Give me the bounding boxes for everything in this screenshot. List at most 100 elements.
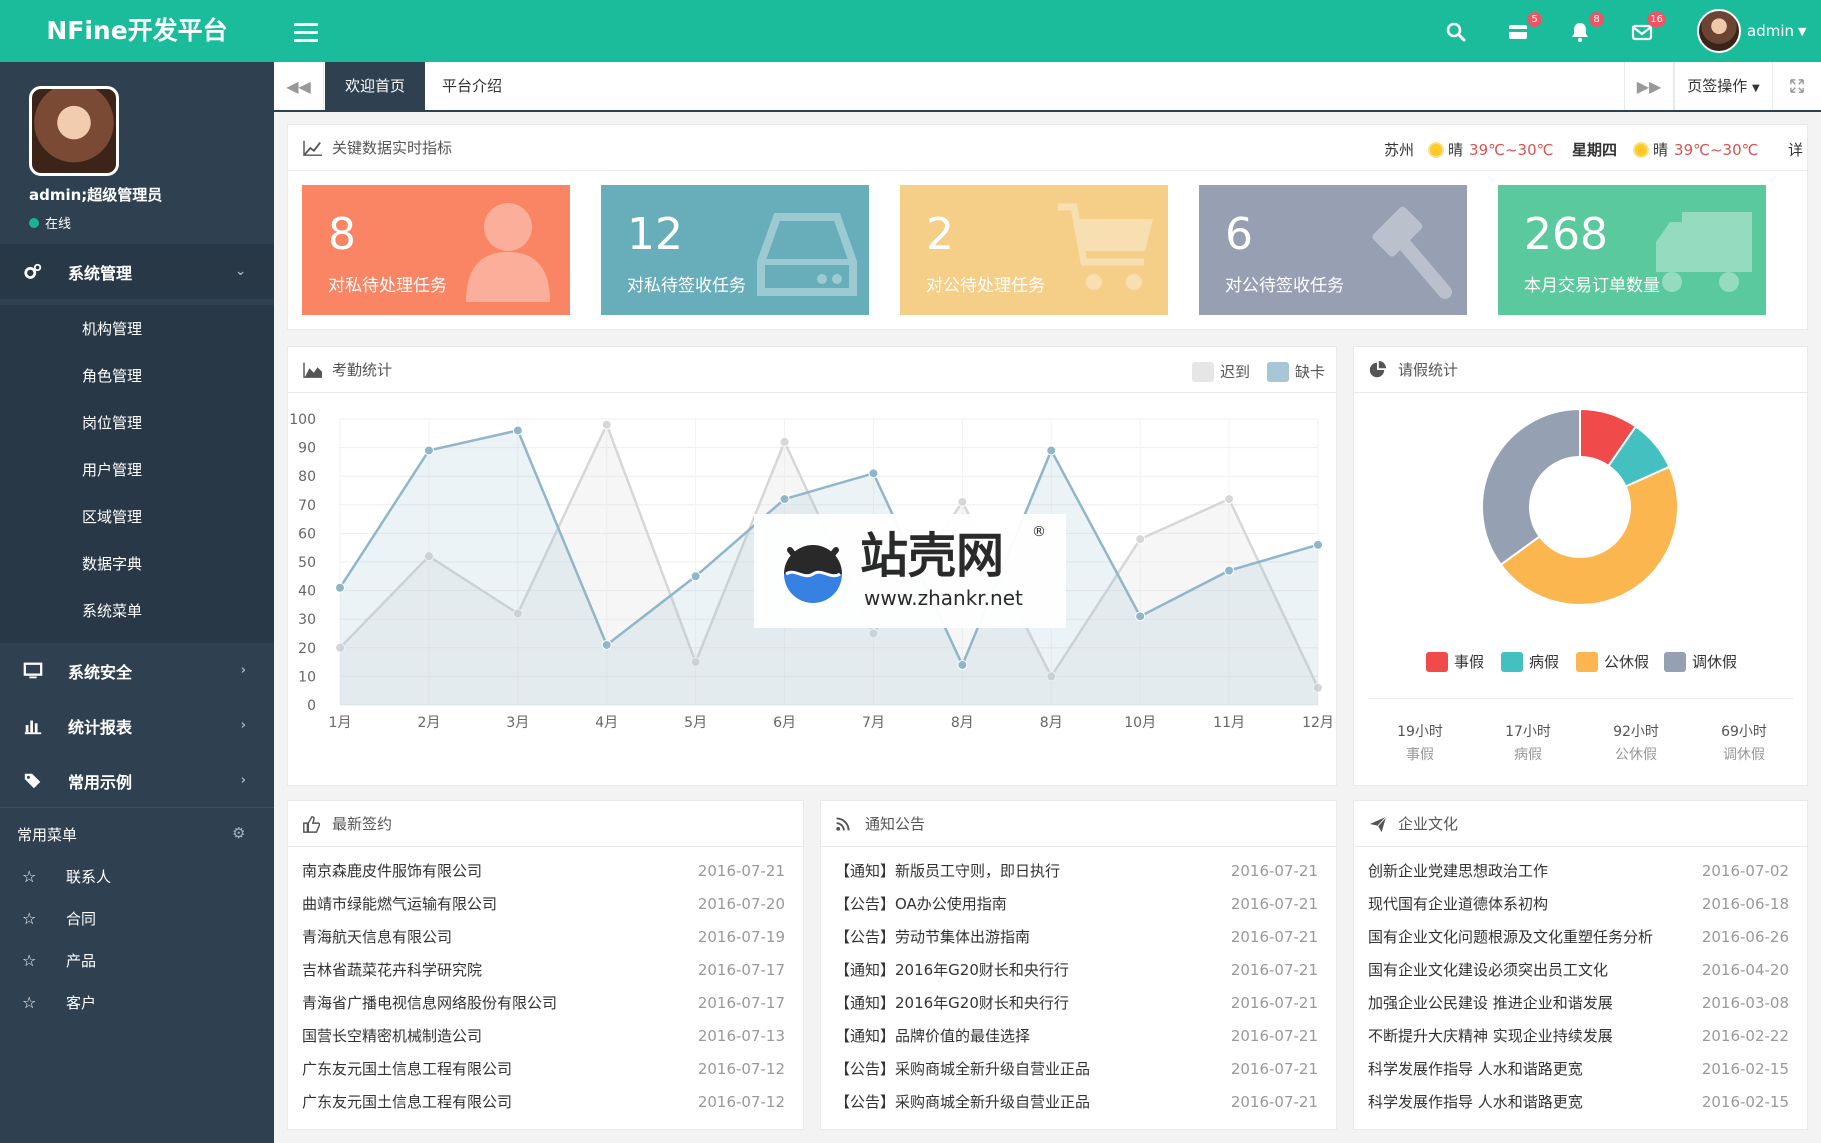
sidebar-item-org[interactable]: 机构管理 (82, 318, 142, 339)
tab-welcome[interactable]: 欢迎首页 (325, 62, 426, 110)
y-tick-label: 60 (298, 526, 316, 542)
sidebar-item-role[interactable]: 角色管理 (82, 365, 142, 386)
list-item-date: 2016-07-21 (1230, 993, 1318, 1012)
hdd-icon (757, 213, 857, 296)
list-item[interactable]: 现代国有企业道德体系初构 2016-06-18 (1368, 887, 1789, 920)
quick-item-contracts[interactable]: ☆ 合同 (22, 908, 96, 929)
sidebar-group-examples[interactable]: 常用示例 › (0, 753, 274, 808)
list-item[interactable]: 青海省广播电视信息网络股份有限公司 2016-07-17 (302, 986, 785, 1019)
kpi-panel: 关键数据实时指标 苏州 晴 39℃~30℃ 星期四 晴 39℃~30℃ 详 8 … (287, 124, 1808, 330)
list-item[interactable]: 【公告】OA办公使用指南 2016-07-21 (835, 887, 1318, 920)
data-point (779, 494, 790, 505)
gear-icon[interactable]: ⚙ (232, 824, 248, 842)
search-icon[interactable] (1444, 16, 1474, 46)
kpi-card-public-sign[interactable]: 6 对公待签收任务 (1199, 185, 1467, 315)
app-logo[interactable]: NFine开发平台 (0, 0, 274, 62)
profile-name[interactable]: admin;超级管理员 (29, 184, 162, 205)
list-item-date: 2016-07-21 (1230, 927, 1318, 946)
data-point (1313, 539, 1323, 550)
legend-item[interactable]: 公休假 (1576, 651, 1649, 672)
quick-item-products[interactable]: ☆ 产品 (22, 950, 96, 971)
tab-scroll-right-icon[interactable]: ▶▶ (1624, 62, 1674, 110)
menu-toggle-icon[interactable] (294, 18, 318, 44)
kpi-value: 12 (627, 209, 683, 260)
list-item-title: 青海航天信息有限公司 (302, 928, 453, 946)
list-item[interactable]: 【通知】品牌价值的最佳选择 2016-07-21 (835, 1019, 1318, 1052)
list-item[interactable]: 广东友元国土信息工程有限公司 2016-07-12 (302, 1052, 785, 1085)
gavel-icon (1372, 206, 1452, 299)
list-item[interactable]: 【通知】新版员工守则，即日执行 2016-07-21 (835, 854, 1318, 887)
list-item[interactable]: 国有企业文化建设必须突出员工文化 2016-04-20 (1368, 953, 1789, 986)
weather-details-link[interactable]: 详 (1788, 139, 1803, 160)
tab-operations-dropdown[interactable]: 页签操作 ▼ (1674, 62, 1772, 110)
list-item[interactable]: 不断提升大庆精神 实现企业持续发展 2016-02-22 (1368, 1019, 1789, 1052)
list-item[interactable]: 创新企业党建思想政治工作 2016-07-02 (1368, 854, 1789, 887)
fullscreen-icon[interactable] (1772, 62, 1821, 110)
legend-late[interactable]: 迟到 (1192, 361, 1250, 382)
sidebar-item-menu[interactable]: 系统菜单 (82, 600, 142, 621)
list-item[interactable]: 广东友元国土信息工程有限公司 2016-07-12 (302, 1085, 785, 1118)
list-item[interactable]: 南京森鹿皮件服饰有限公司 2016-07-21 (302, 854, 785, 887)
panel-title: 通知公告 (865, 815, 926, 833)
sun-icon (1633, 141, 1650, 158)
list-item[interactable]: 曲靖市绿能燃气运输有限公司 2016-07-20 (302, 887, 785, 920)
kpi-card-private-pending[interactable]: 8 对私待处理任务 (302, 185, 570, 315)
attendance-panel-header: 考勤统计 (288, 347, 1336, 393)
list-item[interactable]: 国营长空精密机械制造公司 2016-07-13 (302, 1019, 785, 1052)
data-point (423, 445, 434, 456)
data-point (335, 582, 345, 593)
list-item[interactable]: 【通知】2016年G20财长和央行行 2016-07-21 (835, 986, 1318, 1019)
list-item[interactable]: 【公告】采购商城全新升级自营业正品 2016-07-21 (835, 1085, 1318, 1118)
sidebar-item-area[interactable]: 区域管理 (82, 506, 142, 527)
kpi-card-private-sign[interactable]: 12 对私待签收任务 (601, 185, 869, 315)
chevron-right-icon: › (240, 773, 246, 788)
bell-icon[interactable]: 8 (1568, 12, 1604, 46)
x-tick-label: 1月 (329, 715, 352, 731)
sidebar-item-user[interactable]: 用户管理 (82, 459, 142, 480)
tab-scroll-left-icon[interactable]: ◀◀ (274, 62, 324, 110)
list-item[interactable]: 加强企业公民建设 推进企业和谐发展 2016-03-08 (1368, 986, 1789, 1019)
kpi-card-monthly-orders[interactable]: 268 本月交易订单数量 (1498, 185, 1766, 315)
list-item-date: 2016-02-15 (1701, 1092, 1789, 1111)
kpi-card-public-pending[interactable]: 2 对公待处理任务 (900, 185, 1168, 315)
list-item-title: 【公告】OA办公使用指南 (835, 895, 1007, 913)
sidebar-item-dict[interactable]: 数据字典 (82, 553, 142, 574)
mail-badge: 16 (1647, 12, 1666, 27)
list-item[interactable]: 科学发展作指导 人水和谐路更宽 2016-02-15 (1368, 1052, 1789, 1085)
notifications-badge: 8 (1589, 12, 1604, 27)
list-item-date: 2016-07-21 (697, 861, 785, 880)
messages-badge: 5 (1527, 12, 1542, 27)
kpi-label: 对公待处理任务 (926, 276, 1045, 296)
legend-missing[interactable]: 缺卡 (1267, 361, 1325, 382)
legend-item[interactable]: 病假 (1501, 651, 1559, 672)
list-item[interactable]: 吉林省蔬菜花卉科学研究院 2016-07-17 (302, 953, 785, 986)
sidebar-group-security[interactable]: 系统安全 › (0, 643, 274, 698)
y-tick-label: 90 (298, 441, 316, 457)
legend-swatch (1267, 361, 1289, 382)
list-item[interactable]: 国有企业文化问题根源及文化重塑任务分析 2016-06-26 (1368, 920, 1789, 953)
quick-item-customers[interactable]: ☆ 客户 (22, 992, 96, 1013)
x-tick-label: 2月 (417, 715, 440, 731)
list-item[interactable]: 青海航天信息有限公司 2016-07-19 (302, 920, 785, 953)
list-item[interactable]: 【公告】劳动节集体出游指南 2016-07-21 (835, 920, 1318, 953)
legend-item[interactable]: 调休假 (1664, 651, 1737, 672)
contracts-panel-header: 最新签约 (288, 801, 803, 847)
list-item[interactable]: 【通知】2016年G20财长和央行行 2016-07-21 (835, 953, 1318, 986)
list-item-title: 创新企业党建思想政治工作 (1368, 862, 1549, 880)
weather-condition: 晴 (1653, 141, 1669, 159)
legend-item[interactable]: 事假 (1426, 651, 1484, 672)
sidebar-group-system[interactable]: 系统管理 ⌄ (0, 244, 274, 299)
tab-intro[interactable]: 平台介绍 (422, 62, 522, 110)
quick-item-contacts[interactable]: ☆ 联系人 (22, 866, 111, 887)
sidebar-item-post[interactable]: 岗位管理 (82, 412, 142, 433)
list-item[interactable]: 【公告】采购商城全新升级自营业正品 2016-07-21 (835, 1052, 1318, 1085)
list-item[interactable]: 科学发展作指导 人水和谐路更宽 2016-02-15 (1368, 1085, 1789, 1118)
sidebar-group-reports[interactable]: 统计报表 › (0, 698, 274, 753)
user-menu[interactable]: admin ▼ (1697, 8, 1806, 54)
profile-avatar[interactable] (29, 86, 119, 176)
envelope-icon[interactable]: 16 (1630, 12, 1666, 46)
donut-slice[interactable] (1481, 407, 1581, 567)
leave-legend: 事假 病假 公休假 调休假 (1354, 651, 1807, 681)
messages-icon[interactable]: 5 (1506, 12, 1542, 46)
data-point (957, 496, 968, 507)
